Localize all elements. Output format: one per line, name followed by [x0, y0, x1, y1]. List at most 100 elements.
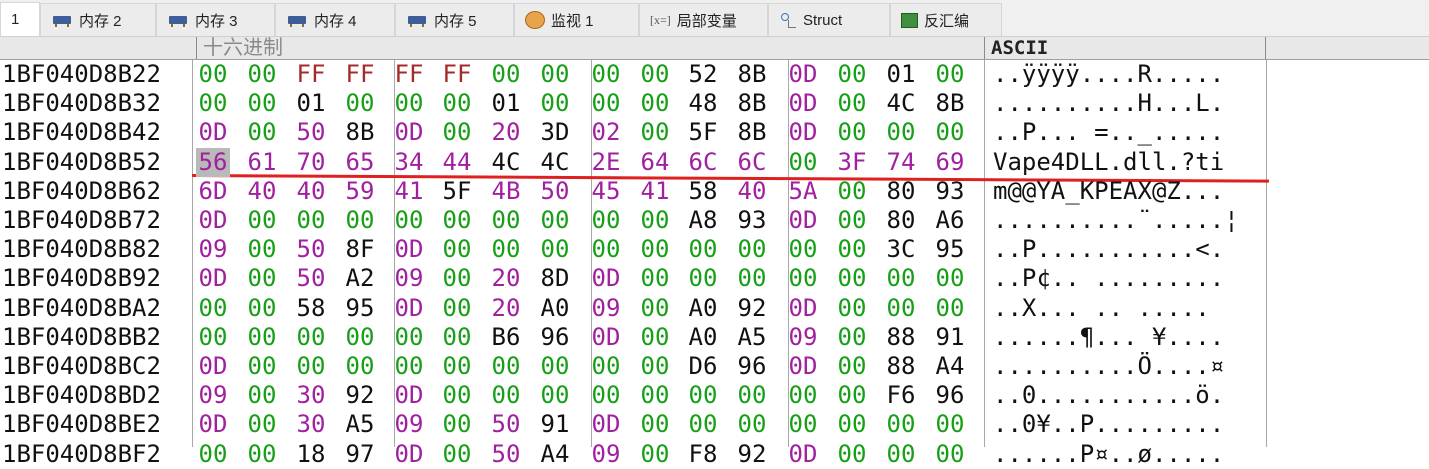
hex-byte[interactable]: 69 [933, 148, 967, 177]
hex-byte[interactable]: 6C [686, 148, 720, 177]
tab-5[interactable]: 内存 5 [395, 3, 514, 36]
hex-byte[interactable]: 00 [638, 381, 672, 410]
tab-8[interactable]: Struct [768, 3, 890, 36]
hex-byte[interactable]: 0D [392, 381, 426, 410]
hex-byte[interactable]: 09 [392, 410, 426, 439]
hex-byte[interactable]: 61 [245, 148, 279, 177]
hex-byte[interactable]: A5 [343, 410, 377, 439]
hex-byte[interactable]: 48 [686, 89, 720, 118]
hex-byte[interactable]: 96 [538, 323, 572, 352]
hex-byte[interactable]: 92 [343, 381, 377, 410]
hex-byte[interactable]: 00 [489, 60, 523, 89]
hex-byte[interactable]: 00 [933, 60, 967, 89]
hex-byte[interactable]: 00 [686, 235, 720, 264]
ascii-text[interactable]: ..........Ö....¤ [993, 352, 1224, 381]
hex-byte[interactable]: 0D [392, 118, 426, 147]
hex-byte[interactable]: 00 [735, 264, 769, 293]
hex-byte[interactable]: D6 [686, 352, 720, 381]
hex-byte[interactable]: 8B [933, 89, 967, 118]
hex-byte[interactable]: 00 [686, 410, 720, 439]
hex-byte[interactable]: 00 [638, 235, 672, 264]
hex-byte[interactable]: 20 [489, 118, 523, 147]
hex-byte[interactable]: 91 [538, 410, 572, 439]
hex-byte[interactable]: 96 [933, 381, 967, 410]
hex-byte[interactable]: 00 [196, 60, 230, 89]
hex-byte[interactable]: 00 [786, 381, 820, 410]
hex-byte[interactable]: 00 [638, 440, 672, 469]
hex-byte[interactable]: 01 [489, 89, 523, 118]
hex-byte[interactable]: 00 [489, 381, 523, 410]
hex-byte[interactable]: 41 [392, 177, 426, 206]
hex-byte[interactable]: 00 [884, 264, 918, 293]
hex-byte[interactable]: 00 [686, 381, 720, 410]
hex-byte[interactable]: 5F [440, 177, 474, 206]
dump-row[interactable]: 1BF040D8B42 0D 00 50 8B 0D 00 20 3D 02 00 5F 8B 0D 00 0… [0, 118, 1429, 147]
hex-byte[interactable]: 58 [686, 177, 720, 206]
hex-byte[interactable]: 00 [786, 148, 820, 177]
hex-byte[interactable]: 09 [196, 235, 230, 264]
hex-byte[interactable]: 00 [638, 118, 672, 147]
hex-byte[interactable]: 00 [440, 89, 474, 118]
hex-byte[interactable]: 00 [735, 381, 769, 410]
dump-row[interactable]: 1BF040D8BF2 00 00 18 97 0D 00 50 A4 09 00 F8 92 0D 00 0… [0, 440, 1429, 469]
hex-byte[interactable]: 95 [933, 235, 967, 264]
hex-byte[interactable]: 3C [884, 235, 918, 264]
hex-byte[interactable]: 95 [343, 294, 377, 323]
hex-byte[interactable]: 00 [440, 118, 474, 147]
hex-byte[interactable]: A8 [686, 206, 720, 235]
dump-row[interactable]: 1BF040D8BD2 09 00 30 92 0D 00 00 00 00 00 00 00 00 00 F… [0, 381, 1429, 410]
hex-byte[interactable]: 00 [245, 118, 279, 147]
hex-byte[interactable]: 00 [440, 440, 474, 469]
hex-byte[interactable]: B6 [489, 323, 523, 352]
dump-row[interactable]: 1BF040D8B72 0D 00 00 00 00 00 00 00 00 00 A8 93 0D 00 8… [0, 206, 1429, 235]
hex-byte[interactable]: 20 [489, 294, 523, 323]
hex-byte[interactable]: 00 [638, 352, 672, 381]
hex-byte[interactable]: 2E [589, 148, 623, 177]
hex-byte[interactable]: 00 [686, 264, 720, 293]
hex-byte[interactable]: 80 [884, 177, 918, 206]
hex-byte[interactable]: 50 [538, 177, 572, 206]
hex-byte[interactable]: 00 [245, 381, 279, 410]
hex-byte[interactable]: 00 [835, 323, 869, 352]
dump-row[interactable]: 1BF040D8BC2 0D 00 00 00 00 00 00 00 00 00 D6 96 0D 00 8… [0, 352, 1429, 381]
hex-byte[interactable]: 00 [440, 410, 474, 439]
hex-byte[interactable]: 0D [196, 410, 230, 439]
hex-byte[interactable]: A5 [735, 323, 769, 352]
ascii-text[interactable]: m@@YA_KPEAX@Z... [993, 177, 1224, 206]
dump-row[interactable]: 1BF040D8B32 00 00 01 00 00 00 01 00 00 00 48 8B 0D 00 4… [0, 89, 1429, 118]
hex-byte[interactable]: 0D [786, 60, 820, 89]
hex-byte[interactable]: 09 [786, 323, 820, 352]
hex-byte[interactable]: 00 [440, 381, 474, 410]
hex-byte[interactable]: 0D [196, 264, 230, 293]
hex-byte[interactable]: 00 [638, 294, 672, 323]
hex-byte[interactable]: 3F [835, 148, 869, 177]
hex-byte[interactable]: 00 [884, 118, 918, 147]
hex-byte[interactable]: 00 [343, 323, 377, 352]
hex-byte[interactable]: 50 [294, 235, 328, 264]
hex-byte[interactable]: 00 [392, 206, 426, 235]
hex-byte[interactable]: 00 [392, 352, 426, 381]
hex-byte[interactable]: FF [440, 60, 474, 89]
hex-byte[interactable]: 4B [489, 177, 523, 206]
hex-byte[interactable]: 00 [884, 410, 918, 439]
hex-byte[interactable]: 00 [786, 264, 820, 293]
hex-byte[interactable]: 00 [538, 206, 572, 235]
dump-row[interactable]: 1BF040D8B92 0D 00 50 A2 09 00 20 8D 0D 00 00 00 00 00 0… [0, 264, 1429, 293]
hex-byte[interactable]: 59 [343, 177, 377, 206]
hex-byte[interactable]: 00 [589, 352, 623, 381]
ascii-text[interactable]: ..0¥..P......... [993, 410, 1224, 439]
hex-byte[interactable]: 6D [196, 177, 230, 206]
hex-byte[interactable]: 00 [489, 206, 523, 235]
hex-byte[interactable]: 00 [245, 235, 279, 264]
hex-byte[interactable]: 80 [884, 206, 918, 235]
hex-byte[interactable]: 00 [343, 89, 377, 118]
dump-row[interactable]: 1BF040D8B82 09 00 50 8F 0D 00 00 00 00 00 00 00 00 00 3… [0, 235, 1429, 264]
hex-byte[interactable]: 00 [294, 323, 328, 352]
hex-byte[interactable]: 00 [489, 235, 523, 264]
hex-byte[interactable]: A4 [933, 352, 967, 381]
hex-byte[interactable]: 00 [638, 89, 672, 118]
ascii-text[interactable]: ..........¨.....¦ [993, 206, 1239, 235]
hex-byte[interactable]: 00 [245, 60, 279, 89]
hex-byte[interactable]: 0D [196, 352, 230, 381]
hex-byte[interactable]: 0D [392, 235, 426, 264]
